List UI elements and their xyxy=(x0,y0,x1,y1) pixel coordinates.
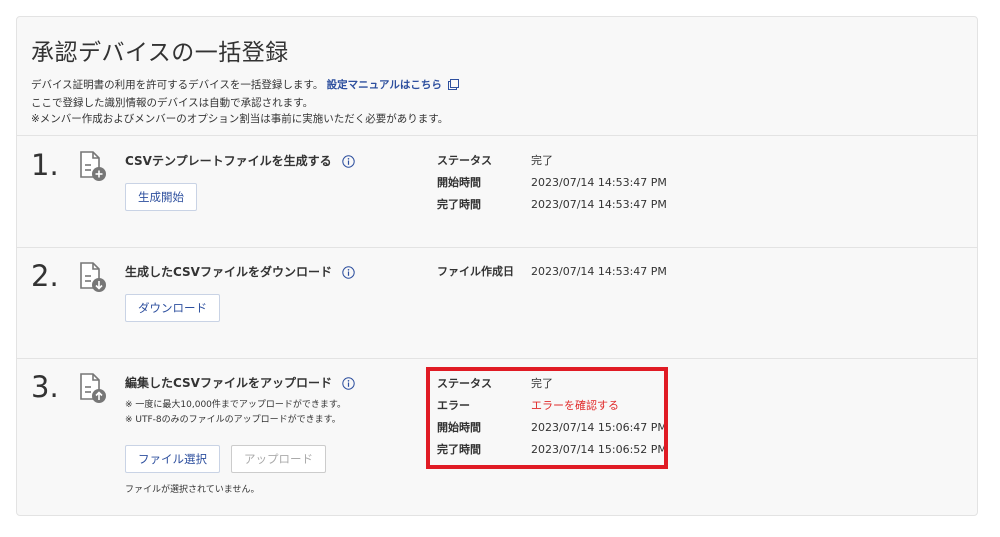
step-title: 生成したCSVファイルをダウンロード xyxy=(125,263,355,282)
info-icon[interactable] xyxy=(342,155,355,171)
file-select-button[interactable]: ファイル選択 xyxy=(125,445,220,473)
upload-note-2: ※ UTF-8のみのファイルのアップロードができます。 xyxy=(125,415,341,425)
page-title: 承認デバイスの一括登録 xyxy=(31,40,289,66)
description-line-3: ※メンバー作成およびメンバーのオプション割当は事前に実施いただく必要があります。 xyxy=(31,113,449,125)
start-time-row: 開始時間 2023/07/14 14:53:47 PM xyxy=(437,171,667,193)
upload-button[interactable]: アップロード xyxy=(231,445,326,473)
description-line-1: デバイス証明書の利用を許可するデバイスを一括登録します。 xyxy=(31,79,324,91)
bulk-registration-card: 承認デバイスの一括登録 デバイス証明書の利用を許可するデバイスを一括登録します。… xyxy=(16,16,978,516)
start-time-value: 2023/07/14 14:53:47 PM xyxy=(531,175,667,189)
info-icon[interactable] xyxy=(342,266,355,282)
file-upload-icon xyxy=(79,373,107,409)
file-add-icon xyxy=(79,151,107,187)
step-number: 2. xyxy=(31,259,59,293)
step-title-text: CSVテンプレートファイルを生成する xyxy=(125,154,332,168)
end-time-value: 2023/07/14 14:53:47 PM xyxy=(531,197,667,211)
end-time-label: 完了時間 xyxy=(437,198,481,211)
generate-start-button[interactable]: 生成開始 xyxy=(125,183,197,211)
step-2: 2. 生成したCSVファイルをダウンロード ダウンロード ファイル作成日 202… xyxy=(17,247,977,358)
step-number: 1. xyxy=(31,148,59,182)
status-value: 完了 xyxy=(531,154,553,167)
start-time-label: 開始時間 xyxy=(437,176,481,189)
no-file-selected-text: ファイルが選択されていません。 xyxy=(125,485,260,495)
step-title-text: 生成したCSVファイルをダウンロード xyxy=(125,265,332,279)
step-title: 編集したCSVファイルをアップロード xyxy=(125,374,355,393)
external-link-icon[interactable] xyxy=(448,79,460,95)
status-label: ステータス xyxy=(437,154,492,167)
page-description: デバイス証明書の利用を許可するデバイスを一括登録します。 設定マニュアルはこちら… xyxy=(31,77,460,127)
file-download-icon xyxy=(79,262,107,298)
step-2-status: ファイル作成日 2023/07/14 14:53:47 PM xyxy=(437,260,667,282)
info-icon[interactable] xyxy=(342,377,355,393)
step-number: 3. xyxy=(31,370,59,404)
file-created-value: 2023/07/14 14:53:47 PM xyxy=(531,264,667,278)
highlight-box xyxy=(426,367,668,469)
status-row: ステータス 完了 xyxy=(437,149,667,171)
manual-link[interactable]: 設定マニュアルはこちら xyxy=(327,79,442,91)
download-button[interactable]: ダウンロード xyxy=(125,294,220,322)
description-line-2: ここで登録した識別情報のデバイスは自動で承認されます。 xyxy=(31,97,314,109)
upload-note-1: ※ 一度に最大10,000件までアップロードができます。 xyxy=(125,400,346,410)
step-1: 1. CSVテンプレートファイルを生成する 生成開始 ステータス 完了 開始時間… xyxy=(17,136,977,247)
file-created-row: ファイル作成日 2023/07/14 14:53:47 PM xyxy=(437,260,667,282)
file-created-label: ファイル作成日 xyxy=(437,265,514,278)
step-1-status: ステータス 完了 開始時間 2023/07/14 14:53:47 PM 完了時… xyxy=(437,149,667,215)
step-title: CSVテンプレートファイルを生成する xyxy=(125,152,355,171)
step-title-text: 編集したCSVファイルをアップロード xyxy=(125,376,332,390)
end-time-row: 完了時間 2023/07/14 14:53:47 PM xyxy=(437,193,667,215)
